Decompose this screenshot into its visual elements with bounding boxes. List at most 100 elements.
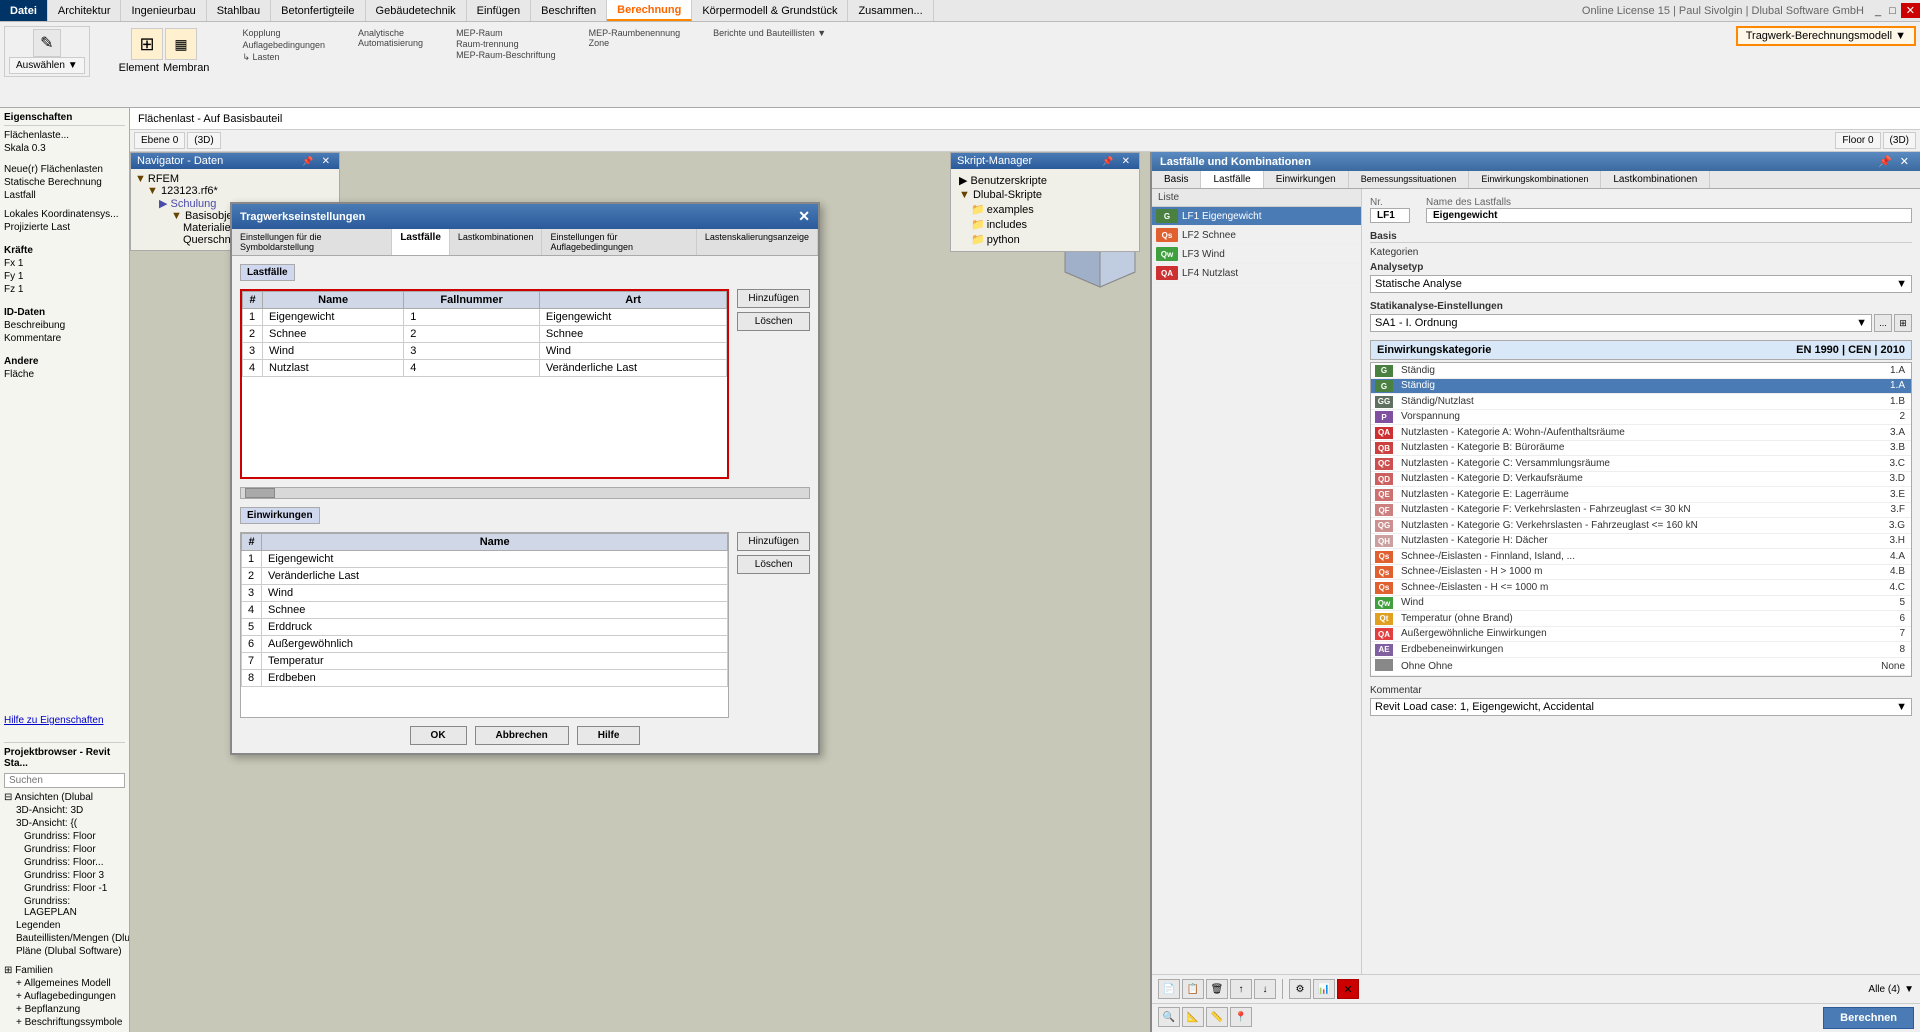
tragwerk-close-btn[interactable]: ✕ xyxy=(798,208,810,225)
ewk-row[interactable]: G Ständig 1.A xyxy=(1371,378,1911,394)
table-row[interactable]: 3Wind3Wind xyxy=(243,343,727,360)
revit-node-allgemeines[interactable]: + Allgemeines Modell xyxy=(4,978,125,989)
lf-icon-new[interactable]: 📄 xyxy=(1158,979,1180,999)
revit-node-lageplan[interactable]: Grundriss: LAGEPLAN xyxy=(4,896,125,918)
ribbon-tab-datei[interactable]: Datei xyxy=(0,0,48,21)
lf-tab-lastfalle[interactable]: Lastfälle xyxy=(1201,171,1263,188)
ebene-btn[interactable]: Ebene 0 xyxy=(134,132,185,149)
lf-icon-red[interactable]: ✕ xyxy=(1337,979,1359,999)
ewk-row[interactable]: G Ständig 1.A xyxy=(1371,363,1911,378)
lf-tool-3[interactable]: 📏 xyxy=(1206,1007,1228,1027)
statik-btn2[interactable]: ⊞ xyxy=(1894,314,1912,332)
revit-node-beschriftungs[interactable]: + Beschriftungssymbole xyxy=(4,1017,125,1028)
revit-node-ansichten[interactable]: ⊟ Ansichten (Dlubal xyxy=(4,792,125,803)
ewk-row[interactable]: Ohne Ohne None xyxy=(1371,657,1911,675)
window-close[interactable]: ✕ xyxy=(1901,3,1920,18)
revit-node-plane[interactable]: Pläne (Dlubal Software) xyxy=(4,946,125,957)
lf-list-item[interactable]: QA LF4 Nutzlast xyxy=(1152,264,1361,283)
table-row[interactable]: 1Eigengewicht1Eigengewicht xyxy=(243,309,727,326)
statik-select[interactable]: SA1 - I. Ordnung ▼ xyxy=(1370,314,1872,332)
ewk-row[interactable]: QF Nutzlasten - Kategorie F: Verkehrslas… xyxy=(1371,502,1911,518)
revit-node-3d1[interactable]: 3D-Ansicht: 3D xyxy=(4,805,125,816)
ewk-row[interactable]: Qt Temperatur (ohne Brand) 6 xyxy=(1371,611,1911,627)
dialog-tab-lastfalle[interactable]: Lastfälle xyxy=(392,229,450,255)
ewk-row[interactable]: QH Nutzlasten - Kategorie H: Dächer 3.H xyxy=(1371,533,1911,549)
ribbon-tab-ingenieurbau[interactable]: Ingenieurbau xyxy=(121,0,206,21)
ribbon-tab-architektur[interactable]: Architektur xyxy=(48,0,122,21)
rfem-file[interactable]: ▼ 123123.rf6* xyxy=(135,185,335,197)
ewk-row[interactable]: AE Erdbebeneinwirkungen 8 xyxy=(1371,642,1911,658)
ok-button[interactable]: OK xyxy=(410,726,467,745)
kommentar-field[interactable]: Revit Load case: 1, Eigengewicht, Accide… xyxy=(1370,698,1912,716)
revit-node-auflagebedingungen[interactable]: + Auflagebedingungen xyxy=(4,991,125,1002)
table-row[interactable]: 3Wind xyxy=(242,585,728,602)
rfem-node[interactable]: ▼ RFEM xyxy=(135,173,335,185)
revit-node-bepflanzung[interactable]: + Bepflanzung xyxy=(4,1004,125,1015)
lf-list-item[interactable]: Qw LF3 Wind xyxy=(1152,245,1361,264)
benutzer-node[interactable]: ▶ Benutzerskripte xyxy=(955,173,1135,188)
ribbon-tab-einfugen[interactable]: Einfügen xyxy=(467,0,531,21)
ewk-row[interactable]: QD Nutzlasten - Kategorie D: Verkaufsräu… xyxy=(1371,471,1911,487)
ewk-row[interactable]: Qw Wind 5 xyxy=(1371,595,1911,611)
ewk-row[interactable]: P Vorspannung 2 xyxy=(1371,409,1911,425)
dialog-tab-auflagebedingungen[interactable]: Einstellungen für Auflagebedingungen xyxy=(542,229,696,255)
revit-node-floor4[interactable]: Grundriss: Floor 3 xyxy=(4,870,125,881)
dlubal-node[interactable]: ▼ Dlubal-Skripte xyxy=(955,188,1135,202)
skript-pin[interactable]: 📌 xyxy=(1099,155,1116,167)
hilfe-button[interactable]: Hilfe xyxy=(577,726,641,745)
lf-icon-5[interactable]: ⚙ xyxy=(1289,979,1311,999)
nav-close[interactable]: ✕ xyxy=(319,156,333,167)
lf-tab-einwirkungskomb[interactable]: Einwirkungskombinationen xyxy=(1469,171,1601,188)
lf-icon-6[interactable]: 📊 xyxy=(1313,979,1335,999)
nr-value[interactable]: LF1 xyxy=(1370,208,1410,223)
revit-node-floor1[interactable]: Grundriss: Floor xyxy=(4,831,125,842)
window-maximize[interactable]: □ xyxy=(1886,5,1899,17)
3d-btn2[interactable]: (3D) xyxy=(1883,132,1916,149)
ewk-row[interactable]: GG Ständig/Nutzlast 1.B xyxy=(1371,394,1911,410)
table-row[interactable]: 7Temperatur xyxy=(242,653,728,670)
membran-icon[interactable]: ▦ xyxy=(165,28,197,60)
lf-tab-einwirkungen[interactable]: Einwirkungen xyxy=(1264,171,1349,188)
analysetyp-select[interactable]: Statische Analyse ▼ xyxy=(1370,275,1912,293)
python-node[interactable]: 📁python xyxy=(955,232,1135,247)
dialog-tab-lastenskalierung[interactable]: Lastenskalierungsanzeige xyxy=(697,229,818,255)
includes-node[interactable]: 📁includes xyxy=(955,217,1135,232)
hilfe-link[interactable]: Hilfe zu Eigenschaften xyxy=(4,715,125,726)
lf-pin[interactable]: 📌 xyxy=(1875,155,1895,168)
floor-btn[interactable]: Floor 0 xyxy=(1835,132,1880,149)
table-row[interactable]: 2Veränderliche Last xyxy=(242,568,728,585)
lf-close[interactable]: ✕ xyxy=(1897,155,1912,168)
ewk-row[interactable]: Qs Schnee-/Eislasten - Finnland, Island,… xyxy=(1371,549,1911,565)
ewk-row[interactable]: QC Nutzlasten - Kategorie C: Versammlung… xyxy=(1371,456,1911,472)
berechnen-btn[interactable]: Berechnen xyxy=(1823,1007,1914,1029)
einwirkungen-add-btn[interactable]: Hinzufügen xyxy=(737,532,810,551)
ribbon-tab-stahlbau[interactable]: Stahlbau xyxy=(207,0,271,21)
lf-tab-lastkomb[interactable]: Lastkombinationen xyxy=(1601,171,1710,188)
ewk-row[interactable]: Qs Schnee-/Eislasten - H > 1000 m 4.B xyxy=(1371,564,1911,580)
revit-node-floor3[interactable]: Grundriss: Floor... xyxy=(4,857,125,868)
ribbon-tab-beton[interactable]: Betonfertigteile xyxy=(271,0,365,21)
element-icon[interactable]: ⊞ xyxy=(131,28,163,60)
table-row[interactable]: 2Schnee2Schnee xyxy=(243,326,727,343)
examples-node[interactable]: 📁examples xyxy=(955,202,1135,217)
dialog-tab-lastkombinationen[interactable]: Lastkombinationen xyxy=(450,229,543,255)
lastfalle-scrollbar[interactable] xyxy=(240,487,810,499)
table-row[interactable]: 6Außergewöhnlich xyxy=(242,636,728,653)
lf-tab-basis[interactable]: Basis xyxy=(1152,171,1201,188)
statik-btn1[interactable]: ... xyxy=(1874,314,1892,332)
lf-list-item[interactable]: Qs LF2 Schnee xyxy=(1152,226,1361,245)
ewk-toggle[interactable]: Einwirkungskategorie EN 1990 | CEN | 201… xyxy=(1370,340,1912,360)
ribbon-tab-zusammen[interactable]: Zusammen... xyxy=(848,0,933,21)
dialog-tab-symboldarstellung[interactable]: Einstellungen für die Symboldarstellung xyxy=(232,229,392,255)
lf-tool-1[interactable]: 🔍 xyxy=(1158,1007,1180,1027)
ribbon-tab-beschriften[interactable]: Beschriften xyxy=(531,0,607,21)
revit-node-3d2[interactable]: 3D-Ansicht: {( xyxy=(4,818,125,829)
lf-icon-up[interactable]: ↑ xyxy=(1230,979,1252,999)
lf-list-item[interactable]: G LF1 Eigengewicht xyxy=(1152,207,1361,226)
ewk-row[interactable]: QA Außergewöhnliche Einwirkungen 7 xyxy=(1371,626,1911,642)
abbrechen-button[interactable]: Abbrechen xyxy=(475,726,569,745)
table-row[interactable]: 4Schnee xyxy=(242,602,728,619)
einwirkungen-delete-btn[interactable]: Löschen xyxy=(737,555,810,574)
ewk-row[interactable]: QB Nutzlasten - Kategorie B: Büroräume 3… xyxy=(1371,440,1911,456)
lf-tool-4[interactable]: 📍 xyxy=(1230,1007,1252,1027)
